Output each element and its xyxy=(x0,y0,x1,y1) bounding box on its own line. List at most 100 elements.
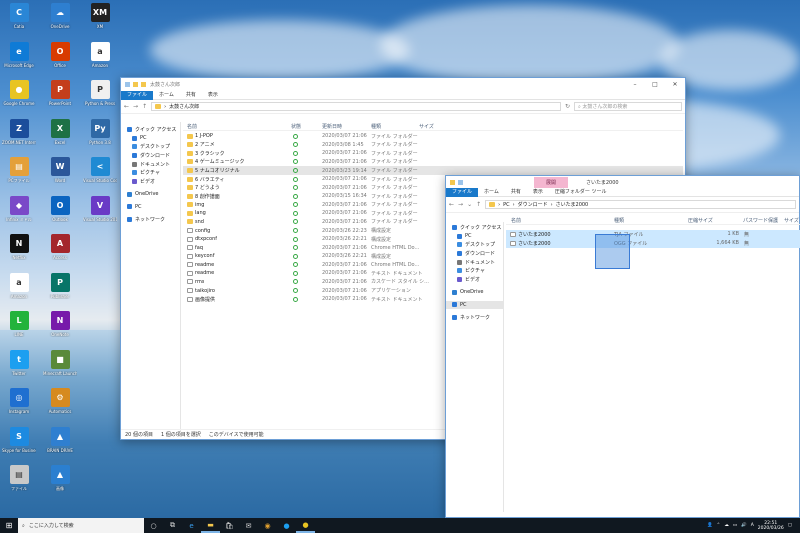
table-row[interactable]: さいたま2000 TJA ファイル 1 KB 無 xyxy=(506,230,800,239)
nav-item[interactable]: OneDrive xyxy=(446,288,503,297)
cortana-icon[interactable]: ○ xyxy=(144,518,163,533)
nav-item[interactable]: ビデオ xyxy=(446,275,503,284)
desktop-icon[interactable]: ▤ PCファイル xyxy=(2,157,36,183)
media-taskbar-icon[interactable]: ◉ xyxy=(258,518,277,533)
column-name[interactable]: 名前 xyxy=(511,217,521,224)
properties-icon[interactable] xyxy=(458,179,463,185)
column-type[interactable]: 種類 xyxy=(614,217,624,224)
back-icon[interactable]: ← xyxy=(124,103,129,110)
desktop-icon[interactable]: P PowerPoint xyxy=(43,80,77,106)
nav-item[interactable]: クイック アクセス xyxy=(446,223,503,232)
nav-item[interactable]: ネットワーク xyxy=(446,313,503,322)
ribbon-tab-file[interactable]: ファイル xyxy=(446,187,479,197)
desktop-icon[interactable]: V Visual Studio 2019 xyxy=(83,195,117,222)
tool-tab-extract[interactable]: 展開 xyxy=(534,177,569,188)
nav-item[interactable]: PC xyxy=(446,232,503,241)
desktop-icon[interactable]: ⚙ Automatics xyxy=(43,388,77,414)
desktop-icon[interactable]: ◎ Instagram xyxy=(2,388,36,414)
task-view-icon[interactable]: ⧉ xyxy=(163,518,182,533)
desktop-icon[interactable]: P Publisher xyxy=(43,272,77,299)
close-button[interactable]: ✕ xyxy=(665,78,685,91)
ribbon-tab-share[interactable]: 共有 xyxy=(505,188,527,197)
refresh-icon[interactable]: ↻ xyxy=(565,103,570,110)
desktop-icon[interactable]: t Twitter xyxy=(2,349,36,376)
chrome-taskbar-icon[interactable]: ● xyxy=(296,518,315,533)
store-taskbar-icon[interactable]: 🛍 xyxy=(220,518,239,533)
forward-icon[interactable]: → xyxy=(133,103,138,110)
desktop-icon[interactable]: Py Python 3.8 xyxy=(83,118,117,145)
windows-start-icon[interactable]: ⊞ xyxy=(0,518,18,533)
save-icon[interactable] xyxy=(450,179,455,185)
twitter-taskbar-icon[interactable]: ● xyxy=(277,518,296,533)
nav-item[interactable]: ダウンロード xyxy=(446,249,503,258)
desktop-icon[interactable]: XM XM xyxy=(83,3,117,29)
title-bar[interactable]: 太鼓さん次郎 – □ ✕ xyxy=(121,78,685,91)
table-row[interactable]: 1 J-POP 2020/03/07 21:06 ファイル フォルダー xyxy=(183,132,683,141)
minimize-button[interactable]: – xyxy=(625,78,645,91)
nav-item[interactable]: クイック アクセス xyxy=(121,125,180,134)
ribbon-tab-compressed-tools[interactable]: 圧縮フォルダー ツール xyxy=(549,188,613,197)
nav-item[interactable]: ドキュメント xyxy=(121,160,180,169)
ribbon-tab-home[interactable]: ホーム xyxy=(153,91,180,100)
column-compressed-size[interactable]: 圧縮サイズ xyxy=(688,217,713,224)
nav-item[interactable]: PC xyxy=(446,300,503,310)
column-size[interactable]: サイズ xyxy=(784,217,799,224)
desktop-icon[interactable]: A Access xyxy=(43,234,77,260)
desktop-icon[interactable]: ▲ 画像 xyxy=(43,465,77,491)
nav-item[interactable]: ネットワーク xyxy=(121,215,180,224)
desktop-icon[interactable]: ■Minecraft Launcher xyxy=(43,349,77,376)
desktop-icon[interactable]: e Microsoft Edge xyxy=(2,41,36,68)
column-password[interactable]: パスワード保護 xyxy=(743,217,778,224)
back-icon[interactable]: ← xyxy=(449,201,454,208)
ribbon-tab-file[interactable]: ファイル xyxy=(121,90,154,100)
onedrive-tray-icon[interactable]: ☁ xyxy=(724,523,729,528)
table-row[interactable]: 2 アニメ 2020/03/08 1:45 ファイル フォルダー xyxy=(183,141,683,150)
column-type[interactable]: 種類 xyxy=(371,123,381,130)
desktop-icon[interactable]: N Netflix xyxy=(2,234,36,260)
mail-taskbar-icon[interactable]: ✉ xyxy=(239,518,258,533)
table-row[interactable]: 5 ナムコオリジナル 2020/03/23 19:14 ファイル フォルダー xyxy=(183,166,683,175)
column-modified[interactable]: 更新日時 xyxy=(322,123,342,130)
desktop-icon[interactable]: X Excel xyxy=(43,118,77,145)
edge-taskbar-icon[interactable]: e xyxy=(182,518,201,533)
ribbon-tab-share[interactable]: 共有 xyxy=(180,91,202,100)
taskbar-search-input[interactable]: ⌕ ここに入力して検索 xyxy=(18,518,144,533)
file-explorer-taskbar-icon[interactable]: ▬ xyxy=(201,518,220,533)
desktop-icon[interactable]: P Python & Press xyxy=(83,80,117,106)
desktop-icon[interactable]: < Visual Studio Code xyxy=(83,157,117,183)
maximize-button[interactable]: □ xyxy=(645,78,665,91)
volume-icon[interactable]: 🔊 xyxy=(741,523,747,528)
desktop-icon[interactable]: O Outlook xyxy=(43,195,77,222)
nav-item[interactable]: デスクトップ xyxy=(446,240,503,249)
breadcrumb-item[interactable]: ダウンロード xyxy=(518,201,548,208)
desktop-icon[interactable]: C Catia xyxy=(2,3,36,29)
column-status[interactable]: 状態 xyxy=(291,123,301,130)
nav-item[interactable]: ドキュメント xyxy=(446,258,503,267)
desktop-icon[interactable]: ZZOOM.NET Internet Securi... xyxy=(2,118,36,145)
nav-item[interactable]: ダウンロード xyxy=(121,151,180,160)
desktop-icon[interactable]: ● Google Chrome xyxy=(2,80,36,106)
notification-icon[interactable]: ▢ xyxy=(788,523,792,528)
desktop-icon[interactable]: ▲ BRAIN DRIVE xyxy=(43,426,77,453)
breadcrumb-item[interactable]: PC xyxy=(503,202,510,208)
clock[interactable]: 22:51 2020/03/26 xyxy=(758,521,784,531)
column-size[interactable]: サイズ xyxy=(419,123,434,130)
desktop-icon[interactable]: a Amazon xyxy=(83,41,117,68)
address-bar[interactable]: › PC › ダウンロード › さいたま2000 xyxy=(485,200,796,209)
desktop-icon[interactable]: a Amazon xyxy=(2,272,36,299)
properties-icon[interactable] xyxy=(133,82,138,87)
desktop-icon[interactable]: N OneNote xyxy=(43,311,77,337)
nav-item[interactable]: デスクトップ xyxy=(121,142,180,151)
save-icon[interactable] xyxy=(125,82,130,87)
table-row[interactable]: 4 ゲームミュージック 2020/03/07 21:06 ファイル フォルダー xyxy=(183,158,683,167)
nav-item[interactable]: ピクチャ xyxy=(446,266,503,275)
desktop-icon[interactable]: ▤ ファイル xyxy=(2,465,36,491)
ribbon-tab-view[interactable]: 表示 xyxy=(202,91,224,100)
breadcrumb-item[interactable]: 太鼓さん次郎 xyxy=(169,103,199,110)
ribbon-tab-home[interactable]: ホーム xyxy=(478,188,505,197)
title-bar[interactable]: 展開 さいたま2000 xyxy=(446,176,799,188)
desktop-icon[interactable]: W Word xyxy=(43,157,77,183)
up-icon[interactable]: ↑ xyxy=(476,201,481,208)
nav-item[interactable]: ビデオ xyxy=(121,177,180,186)
ribbon-tab-view[interactable]: 表示 xyxy=(527,188,549,197)
